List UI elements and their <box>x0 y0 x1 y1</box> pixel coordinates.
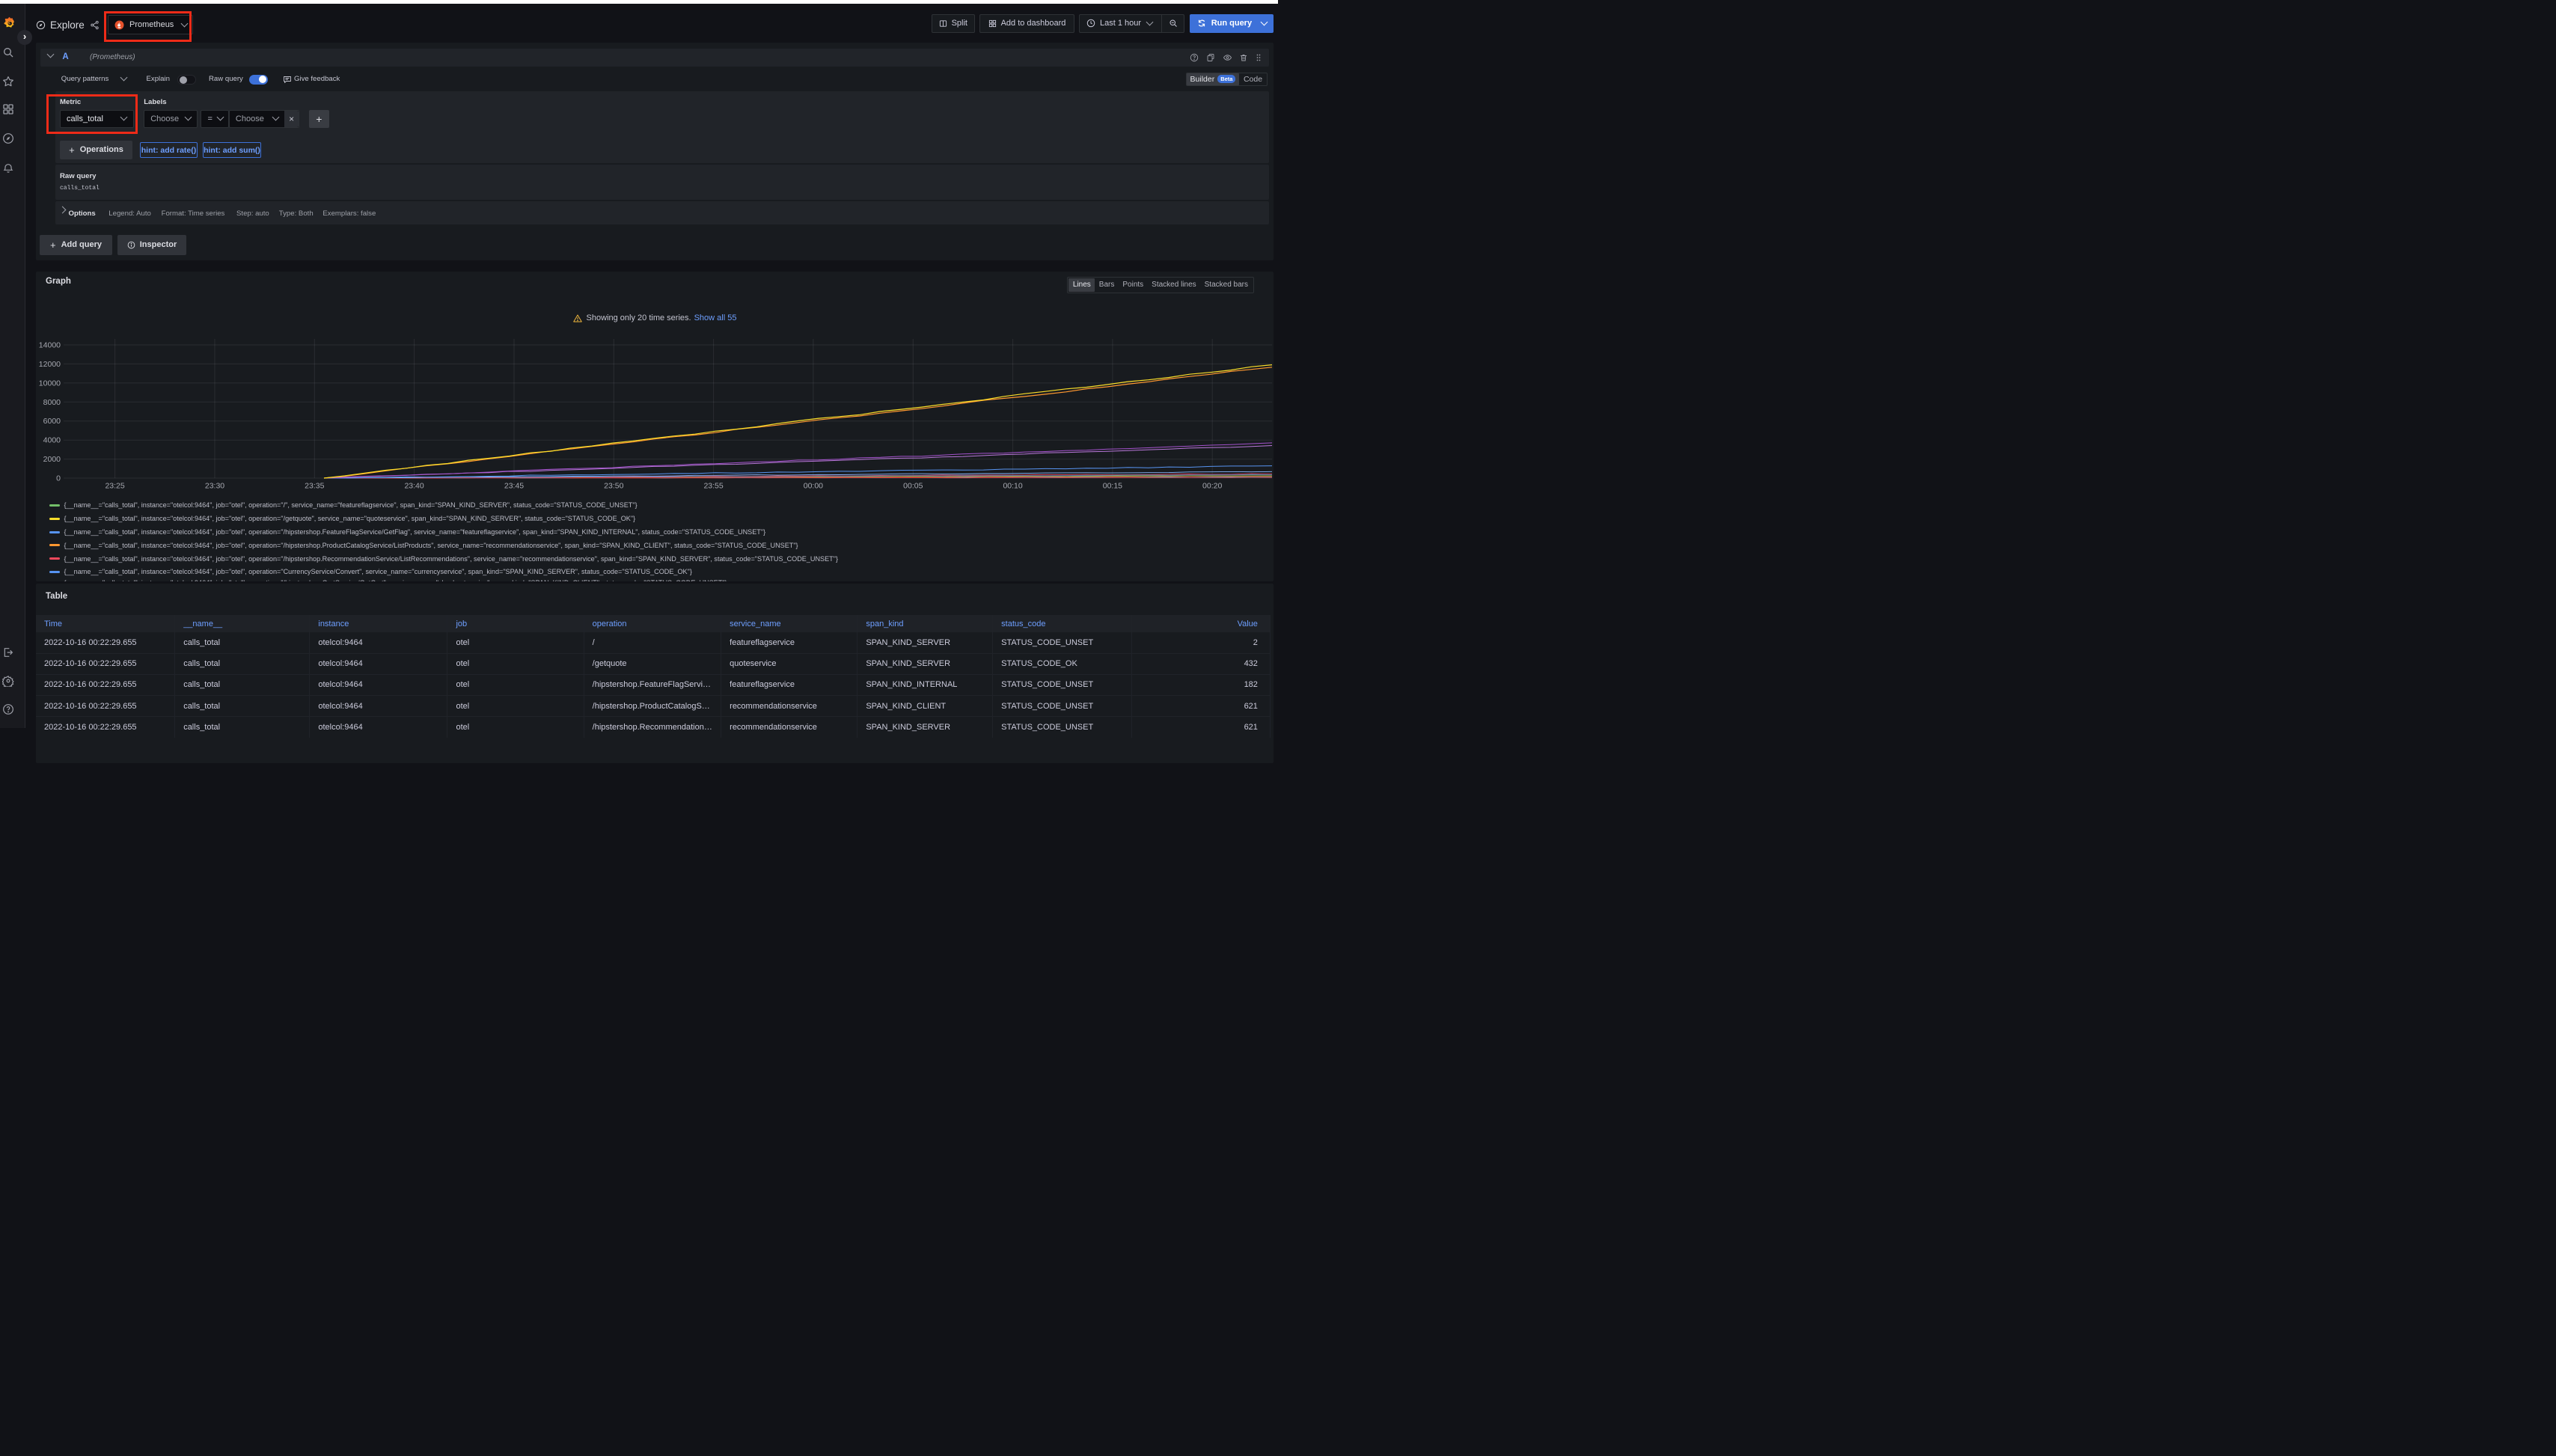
svg-text:23:50: 23:50 <box>604 481 623 490</box>
svg-text:23:35: 23:35 <box>305 481 324 490</box>
svg-text:6000: 6000 <box>43 417 61 426</box>
svg-text:12000: 12000 <box>39 360 61 369</box>
svg-text:00:00: 00:00 <box>804 481 823 490</box>
svg-text:23:30: 23:30 <box>205 481 224 490</box>
svg-text:0: 0 <box>56 474 61 483</box>
svg-text:4000: 4000 <box>43 436 61 445</box>
svg-text:23:40: 23:40 <box>404 481 424 490</box>
svg-text:00:15: 00:15 <box>1103 481 1122 490</box>
svg-text:14000: 14000 <box>39 340 61 349</box>
svg-text:00:05: 00:05 <box>903 481 923 490</box>
svg-text:8000: 8000 <box>43 398 61 407</box>
svg-text:00:10: 00:10 <box>1003 481 1022 490</box>
svg-text:23:25: 23:25 <box>105 481 124 490</box>
svg-text:2000: 2000 <box>43 455 61 464</box>
svg-text:23:45: 23:45 <box>504 481 524 490</box>
svg-text:23:55: 23:55 <box>703 481 723 490</box>
svg-text:10000: 10000 <box>39 379 61 388</box>
svg-text:00:20: 00:20 <box>1202 481 1222 490</box>
